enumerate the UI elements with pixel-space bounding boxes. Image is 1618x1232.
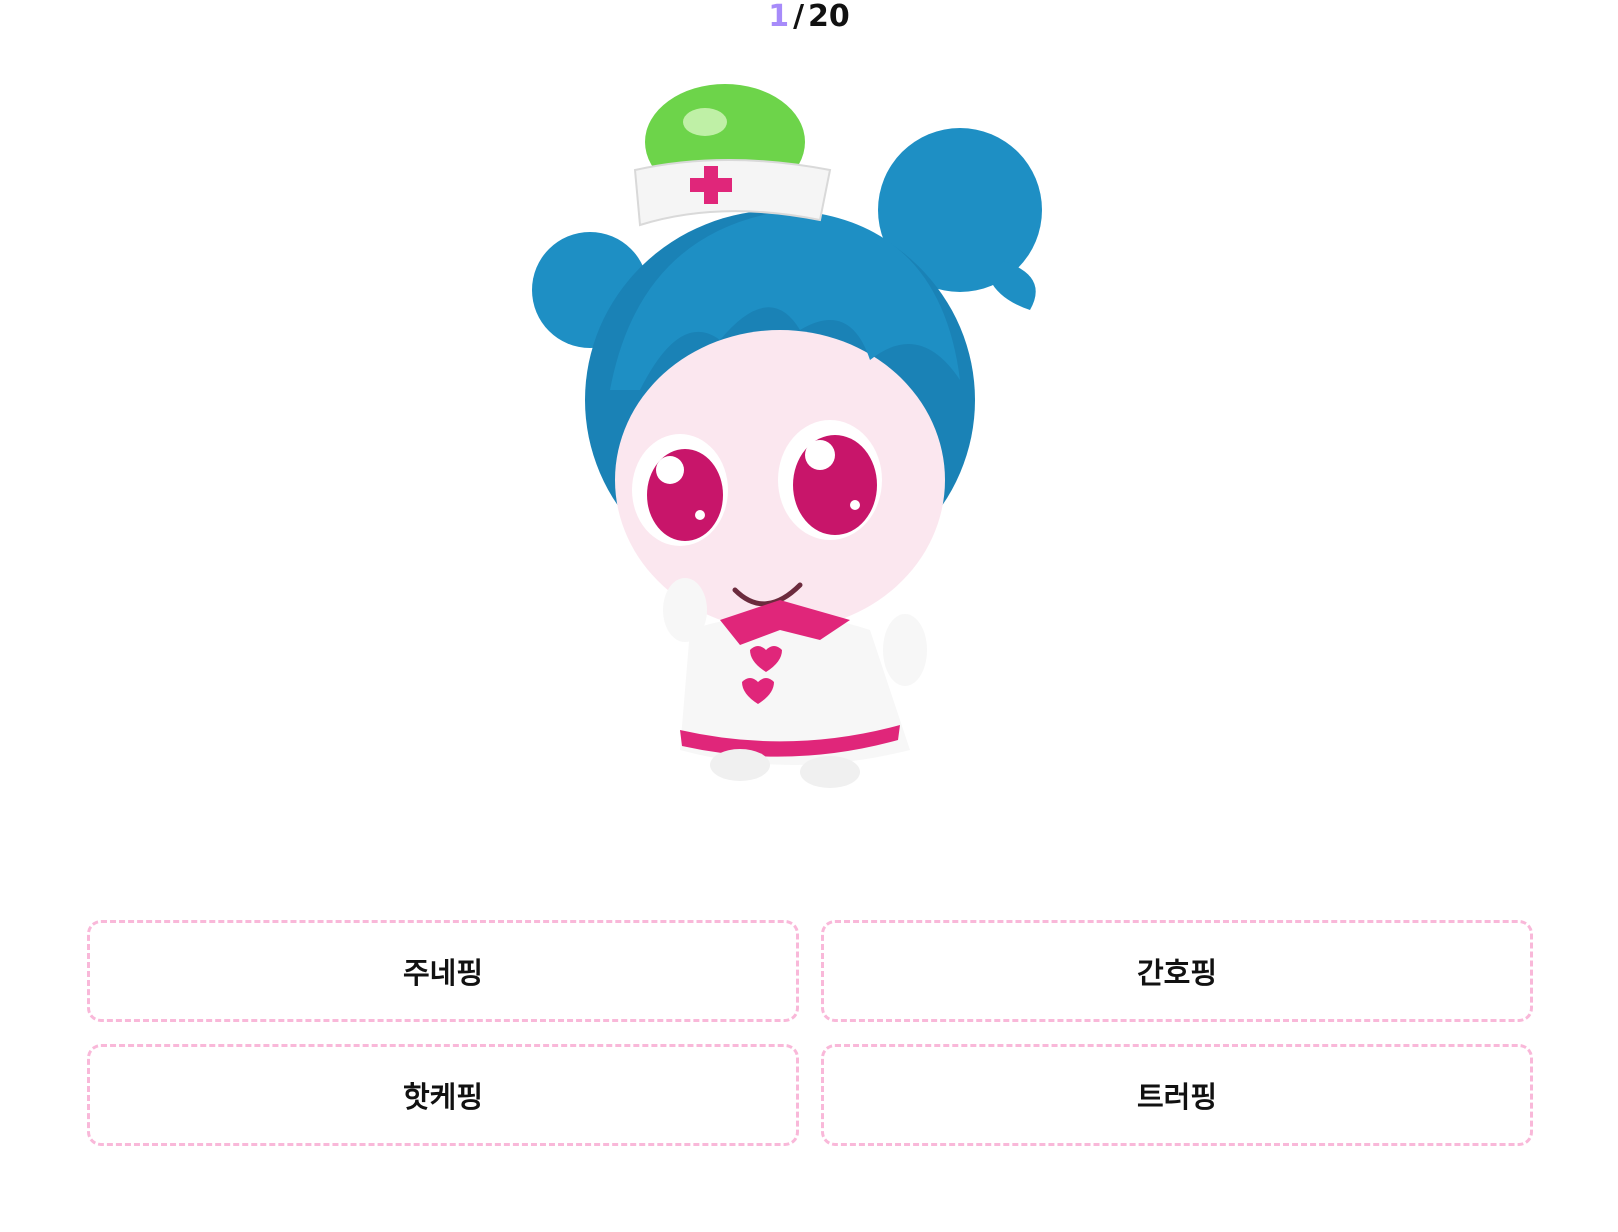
character-image <box>0 60 1618 840</box>
arm-left <box>663 578 707 642</box>
eye-right <box>793 435 877 535</box>
answer-option-1[interactable]: 주네핑 <box>87 920 799 1022</box>
nurse-hat <box>633 159 832 227</box>
foot-left <box>710 749 770 781</box>
arm-right <box>883 614 927 686</box>
quiz-progress: 1/20 <box>0 0 1618 34</box>
answer-option-2[interactable]: 간호핑 <box>821 920 1533 1022</box>
answer-option-4[interactable]: 트러핑 <box>821 1044 1533 1146</box>
current-question-number: 1 <box>768 0 790 34</box>
total-questions: 20 <box>808 0 850 34</box>
progress-separator: / <box>793 0 805 34</box>
answer-options: 주네핑 간호핑 핫케핑 트러핑 <box>87 920 1533 1146</box>
answer-option-3[interactable]: 핫케핑 <box>87 1044 799 1146</box>
foot-right <box>800 756 860 788</box>
nurse-character-illustration <box>532 84 1042 788</box>
